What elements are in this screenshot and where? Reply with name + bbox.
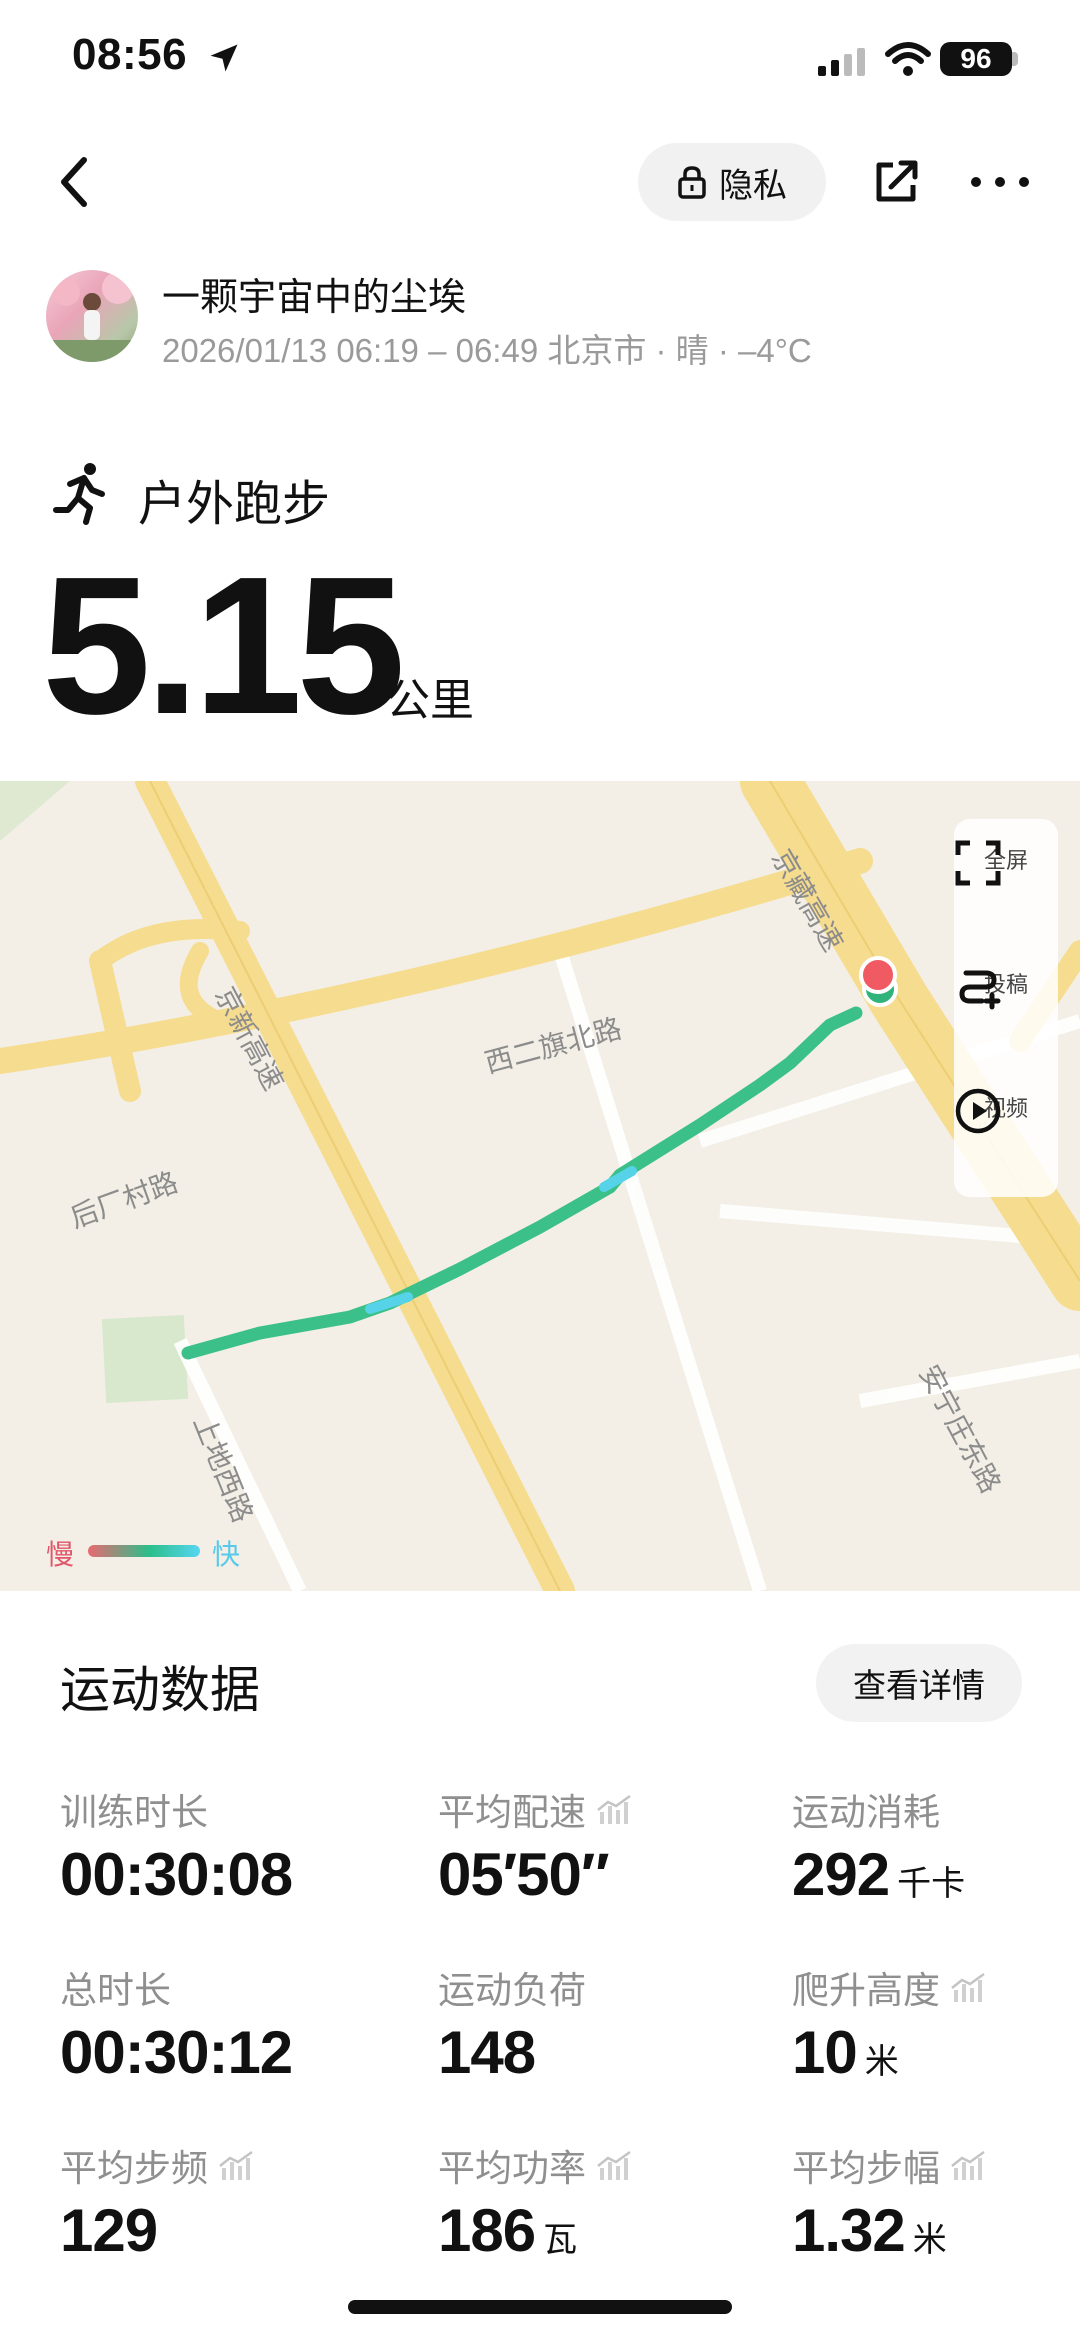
- stat-value: 10 米: [792, 2018, 899, 2087]
- stat-value: 292 千卡: [792, 1840, 965, 1909]
- pace-gradient-bar: [88, 1545, 200, 1557]
- stat-label-text: 平均配速: [438, 1792, 586, 1833]
- end-marker: [859, 956, 897, 994]
- trend-chart-icon[interactable]: [596, 1794, 632, 1824]
- trend-chart-icon[interactable]: [950, 2150, 986, 2180]
- stat-label: 运动消耗: [792, 1782, 940, 1836]
- stat-unit: 米: [912, 2221, 947, 2259]
- activity-type: 户外跑步: [138, 478, 331, 531]
- stat-value-number: 00:30:12: [60, 2019, 293, 2086]
- route-submit-icon: [959, 970, 1001, 1010]
- wifi-icon: [885, 42, 931, 76]
- legend-slow: 慢: [46, 1539, 75, 1570]
- stat-label: 平均配速: [438, 1782, 632, 1836]
- cellular-signal-icon: [818, 48, 865, 76]
- stat-value-number: 1.32: [792, 2197, 906, 2264]
- park-area: [101, 1314, 189, 1404]
- home-indicator: [348, 2300, 732, 2314]
- stat-value-number: 10: [792, 2019, 858, 2086]
- play-circle-icon: [955, 1088, 1001, 1134]
- share-external-icon: [876, 160, 918, 202]
- stat-value: 148: [438, 2018, 536, 2087]
- user-name[interactable]: 一颗宇宙中的尘埃: [162, 266, 466, 321]
- trend-chart-icon[interactable]: [596, 2150, 632, 2180]
- stat-label-text: 运动消耗: [792, 1792, 940, 1833]
- avatar[interactable]: [46, 270, 138, 362]
- location-arrow-icon: [210, 44, 238, 72]
- trend-chart-icon[interactable]: [950, 1972, 986, 2002]
- stat-label: 总时长: [60, 1960, 171, 2014]
- stats-section-title: 运动数据: [60, 1662, 260, 1718]
- trend-chart-icon[interactable]: [218, 2150, 254, 2180]
- back-button[interactable]: [44, 150, 104, 214]
- battery-level: 96: [940, 42, 1012, 76]
- stat-unit: 瓦: [543, 2221, 578, 2259]
- stat-label: 运动负荷: [438, 1960, 586, 2014]
- more-options-button[interactable]: [964, 150, 1036, 214]
- stat-label-text: 总时长: [60, 1970, 171, 2011]
- stat-label: 训练时长: [60, 1782, 208, 1836]
- fullscreen-icon: [955, 840, 1001, 886]
- avatar-image: [46, 272, 138, 362]
- view-details-button[interactable]: 查看详情: [816, 1644, 1022, 1722]
- lock-icon: [678, 166, 706, 199]
- distance-value: 5.15: [42, 536, 405, 755]
- battery-nub: [1012, 52, 1018, 66]
- stat-label: 爬升高度: [792, 1960, 986, 2014]
- stat-unit: 米: [864, 2043, 899, 2081]
- map-toolbar: 全屏 投稿 视频: [954, 819, 1058, 1197]
- distance-unit: 公里: [386, 676, 474, 725]
- stat-value-number: 00:30:08: [60, 1841, 293, 1908]
- stat-value: 00:30:12: [60, 2018, 293, 2087]
- stat-value: 186 瓦: [438, 2196, 577, 2265]
- stat-value-number: 186: [438, 2197, 536, 2264]
- share-button[interactable]: [866, 150, 926, 214]
- legend-fast: 快: [212, 1539, 241, 1570]
- running-person-icon: [53, 463, 105, 525]
- stat-label: 平均功率: [438, 2138, 632, 2192]
- stat-label: 平均步频: [60, 2138, 254, 2192]
- fullscreen-button[interactable]: 全屏: [954, 839, 1058, 886]
- stat-label-text: 平均步幅: [792, 2148, 940, 2189]
- submit-button[interactable]: 投稿: [954, 963, 1058, 1010]
- stat-value-number: 292: [792, 1841, 890, 1908]
- stat-label-text: 平均步频: [60, 2148, 208, 2189]
- stat-value: 129: [60, 2196, 158, 2265]
- stat-label-text: 平均功率: [438, 2148, 586, 2189]
- stat-label: 平均步幅: [792, 2138, 986, 2192]
- stat-label-text: 训练时长: [60, 1792, 208, 1833]
- stat-unit: 千卡: [897, 1865, 966, 1903]
- stat-value: 05′50″: [438, 1840, 610, 1909]
- video-button[interactable]: 视频: [954, 1087, 1058, 1134]
- park-area: [0, 781, 70, 841]
- stat-label-text: 爬升高度: [792, 1970, 940, 2011]
- status-time: 08:56: [72, 30, 188, 79]
- privacy-button[interactable]: 隐私: [638, 143, 826, 221]
- stat-value-number: 148: [438, 2019, 536, 2086]
- chevron-left-icon: [61, 157, 87, 207]
- stat-value: 00:30:08: [60, 1840, 293, 1909]
- privacy-label: 隐私: [719, 166, 787, 205]
- stat-value: 1.32 米: [792, 2196, 947, 2265]
- stat-value-number: 05′50″: [438, 1841, 610, 1908]
- more-dots-icon: [971, 177, 1029, 187]
- stat-value-number: 129: [60, 2197, 158, 2264]
- activity-meta: 2026/01/13 06:19 – 06:49 北京市 · 晴 · –4°C: [162, 332, 812, 369]
- route-map[interactable]: 京藏高速 京新高速 西二旗北路 后厂村路 上地西路 安宁庄东路 全屏 投稿 视频…: [0, 781, 1080, 1591]
- stat-label-text: 运动负荷: [438, 1970, 586, 2011]
